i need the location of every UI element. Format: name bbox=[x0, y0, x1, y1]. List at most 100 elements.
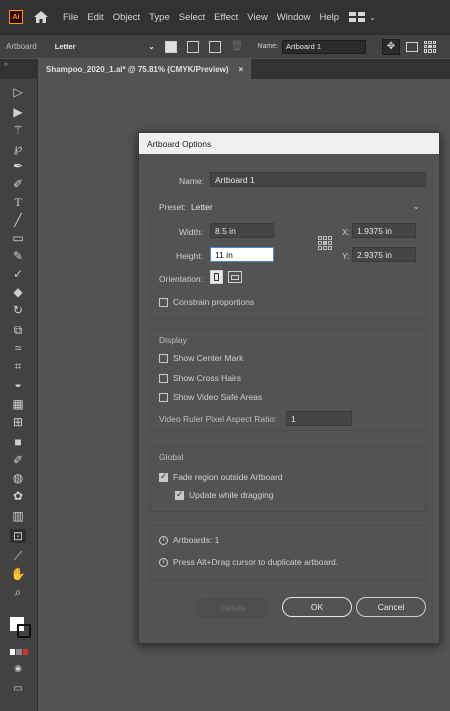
show-cross-hairs-label: Show Cross Hairs bbox=[173, 373, 242, 383]
artboard-name-input[interactable]: Artboard 1 bbox=[282, 39, 367, 54]
shaper-icon[interactable]: ✓ bbox=[10, 267, 26, 281]
y-input[interactable]: 2.9375 in bbox=[352, 247, 416, 262]
checkbox-checked-icon: ✓ bbox=[159, 470, 168, 482]
update-while-dragging-checkbox[interactable]: ✓ Update while dragging bbox=[175, 489, 274, 500]
paintbrush-icon[interactable]: ✎ bbox=[10, 249, 26, 263]
preset-select[interactable]: Preset: Letter ⌄ bbox=[150, 199, 426, 214]
menu-object[interactable]: Object bbox=[113, 12, 140, 23]
move-artwork-icon[interactable]: ✥ bbox=[382, 38, 401, 55]
show-video-safe-areas-checkbox[interactable]: Show Video Safe Areas bbox=[159, 392, 262, 402]
menu-select[interactable]: Select bbox=[179, 12, 205, 23]
warp-icon[interactable]: ≈ bbox=[10, 341, 26, 355]
preset-value: Letter bbox=[190, 201, 213, 212]
zoom-icon[interactable]: ⌕ bbox=[10, 585, 26, 599]
home-icon[interactable] bbox=[33, 10, 49, 24]
menu-edit[interactable]: Edit bbox=[87, 12, 103, 23]
portrait-icon[interactable] bbox=[164, 40, 177, 53]
screen-mode-icon[interactable]: ▭ bbox=[10, 681, 26, 695]
rotate-icon[interactable]: ↻ bbox=[10, 303, 26, 317]
dialog-title: Artboard Options bbox=[139, 133, 439, 154]
shape-builder-icon[interactable]: ◒ bbox=[10, 377, 26, 391]
blend-icon[interactable]: ◍ bbox=[10, 471, 26, 485]
name-label: Name: bbox=[257, 43, 279, 50]
draw-mode-icon[interactable]: ◉ bbox=[10, 661, 26, 675]
constrain-proportions-checkbox[interactable]: Constrain proportions bbox=[159, 297, 254, 307]
chevron-down-icon: ⌄ bbox=[412, 201, 420, 211]
ok-button[interactable]: OK bbox=[282, 597, 352, 617]
selection-icon[interactable]: ▷ bbox=[10, 85, 26, 99]
chevron-down-icon: ⌄ bbox=[148, 42, 155, 51]
document-title: Shampoo_2020_1.ai* @ 75.81% (CMYK/Previe… bbox=[46, 64, 229, 74]
delete-button[interactable]: Delete bbox=[196, 598, 270, 618]
rectangle-icon[interactable]: ▭ bbox=[10, 231, 26, 245]
menu-help[interactable]: Help bbox=[320, 12, 340, 23]
tools-panel: ▷ ▶ ⚚ ℘ ✒ ✐ T ╱ ▭ ✎ ✓ ◆ ↻ ⧉ ≈ ⌗ ◒ ▦ ⊞ ■ … bbox=[0, 79, 38, 711]
menu-type[interactable]: Type bbox=[149, 12, 170, 23]
show-cross-hairs-checkbox[interactable]: Show Cross Hairs bbox=[159, 373, 241, 383]
menu-file[interactable]: File bbox=[63, 12, 78, 23]
line-icon[interactable]: ╱ bbox=[10, 213, 26, 227]
info-press: i Press Alt+Drag cursor to duplicate art… bbox=[159, 557, 338, 567]
name-input[interactable]: Artboard 1 bbox=[210, 172, 426, 187]
portrait-orientation-icon[interactable] bbox=[210, 270, 223, 284]
landscape-icon[interactable] bbox=[186, 40, 199, 53]
menu-view[interactable]: View bbox=[247, 12, 267, 23]
curvature-icon[interactable]: ✐ bbox=[10, 177, 26, 191]
show-center-mark-label: Show Center Mark bbox=[173, 353, 244, 363]
eraser-icon[interactable]: ◆ bbox=[10, 285, 26, 299]
lasso-icon[interactable]: ℘ bbox=[10, 141, 26, 155]
free-transform-icon[interactable]: ⌗ bbox=[10, 359, 26, 373]
workspace-switcher[interactable]: ⌄ bbox=[349, 12, 376, 22]
global-heading: Global bbox=[159, 452, 184, 462]
video-ratio-label: Video Ruler Pixel Aspect Ratio: bbox=[159, 414, 277, 424]
orientation-label: Orientation: bbox=[159, 274, 203, 284]
workspace-icon bbox=[349, 12, 366, 22]
fill-stroke-swatch[interactable] bbox=[10, 617, 32, 639]
type-icon[interactable]: T bbox=[10, 195, 26, 209]
gradient-icon[interactable]: ■ bbox=[10, 435, 26, 449]
preset-select[interactable]: Letter ⌄ bbox=[55, 40, 155, 54]
pen-icon[interactable]: ✒ bbox=[10, 159, 26, 173]
close-icon[interactable]: × bbox=[239, 65, 244, 74]
landscape-orientation-icon[interactable] bbox=[228, 271, 242, 283]
menu-window[interactable]: Window bbox=[277, 12, 311, 23]
show-center-mark-checkbox[interactable]: Show Center Mark bbox=[159, 353, 243, 363]
menu-bar: Ai File Edit Object Type Select Effect V… bbox=[0, 0, 450, 34]
slice-icon[interactable]: ⟋ bbox=[10, 549, 26, 563]
info-icon: i bbox=[159, 557, 168, 567]
column-graph-icon[interactable]: ▥ bbox=[10, 509, 26, 523]
width-input[interactable]: 8.5 in bbox=[210, 223, 274, 238]
hand-icon[interactable]: ✋ bbox=[10, 567, 26, 581]
direct-selection-icon[interactable]: ▶ bbox=[10, 105, 26, 119]
magic-wand-icon[interactable]: ⚚ bbox=[10, 123, 26, 137]
cancel-button[interactable]: Cancel bbox=[356, 597, 426, 617]
new-artboard-icon[interactable] bbox=[208, 40, 221, 53]
menu-effect[interactable]: Effect bbox=[214, 12, 238, 23]
reference-point-icon[interactable] bbox=[318, 236, 332, 250]
show-video-safe-areas-label: Show Video Safe Areas bbox=[173, 392, 263, 402]
artboard-options-icon[interactable] bbox=[406, 41, 419, 52]
color-mode-icon[interactable] bbox=[10, 649, 28, 655]
reference-point-icon[interactable] bbox=[424, 40, 436, 53]
preset-value: Letter bbox=[54, 42, 76, 51]
checkbox-box bbox=[159, 297, 168, 307]
artboard-icon[interactable]: ⊡ bbox=[10, 529, 26, 543]
x-input[interactable]: 1.9375 in bbox=[352, 223, 416, 238]
preset-label: Preset: bbox=[159, 201, 186, 212]
perspective-grid-icon[interactable]: ▦ bbox=[10, 397, 26, 411]
scale-icon[interactable]: ⧉ bbox=[10, 323, 26, 337]
height-input[interactable]: 11 in bbox=[210, 247, 274, 262]
checkbox-box bbox=[159, 373, 168, 383]
app-logo: Ai bbox=[9, 10, 23, 24]
delete-artboard-icon[interactable]: 🗑 bbox=[231, 41, 244, 52]
fade-region-checkbox[interactable]: ✓ Fade region outside Artboard bbox=[159, 470, 283, 482]
mesh-icon[interactable]: ⊞ bbox=[10, 415, 26, 429]
eyedropper-icon[interactable]: ✐ bbox=[10, 453, 26, 467]
artboards-count: Artboards: 1 bbox=[173, 535, 220, 545]
symbol-sprayer-icon[interactable]: ✿ bbox=[10, 489, 26, 503]
expand-panels-icon[interactable]: » bbox=[4, 61, 8, 68]
video-ratio-input[interactable]: 1 bbox=[286, 411, 352, 426]
document-tab-bar: » Shampoo_2020_1.ai* @ 75.81% (CMYK/Prev… bbox=[0, 59, 450, 79]
info-section bbox=[150, 525, 426, 581]
document-tab[interactable]: Shampoo_2020_1.ai* @ 75.81% (CMYK/Previe… bbox=[38, 59, 252, 79]
